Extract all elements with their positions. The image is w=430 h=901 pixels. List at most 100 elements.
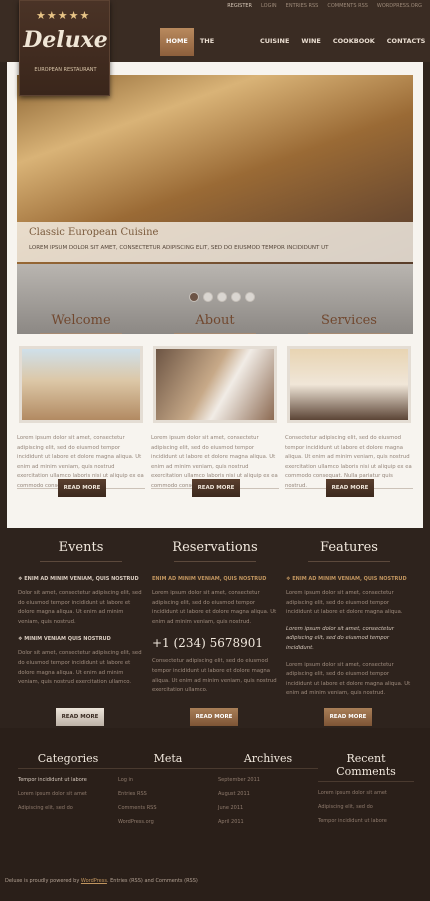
events-item-2-label: Minim veniam quis nostrud [24, 636, 111, 643]
footer-divider [18, 768, 118, 769]
login-link[interactable]: Login [261, 3, 277, 9]
nav-contacts[interactable]: Contacts [381, 28, 430, 56]
footer-divider [318, 781, 414, 782]
copyright-prefix: Deluxe is proudly powered by [5, 878, 80, 884]
logo-subtitle: European Restaurant [34, 67, 97, 73]
events-read-more-button[interactable]: Read More [56, 708, 104, 726]
info-section: Events ❖ Enim ad minim veniam, quis nost… [0, 528, 430, 728]
page: Register Login Entries RSS Comments RSS … [0, 0, 430, 901]
wordpress-footer-link[interactable]: WordPress [81, 878, 107, 884]
flourish-divider [174, 333, 256, 339]
slider-dot-5[interactable] [245, 292, 255, 302]
rating-stars-icon: ★★★★★ [36, 9, 91, 22]
copyright: Deluxe is proudly powered by WordPress. … [5, 878, 198, 884]
events-title: Events [58, 540, 104, 555]
reservations-text-2: Consectetur adipiscing elit, sed do eius… [152, 658, 277, 694]
reservations-text-1: Lorem ipsum dolor sit amet, consectetur … [152, 590, 277, 625]
events-text-1: Dolor sit amet, consectetur adipiscing e… [18, 590, 142, 625]
phone-number: +1 (234) 5678901 [152, 636, 264, 651]
recent-comment-1[interactable]: Lorem ipsum dolor sit amet [318, 790, 414, 796]
top-links: Register Login Entries RSS Comments RSS … [227, 3, 422, 9]
footer-divider [218, 768, 318, 769]
features-text-2: Lorem ipsum dolor sit amet, consectetur … [286, 661, 411, 697]
categories-link-2[interactable]: Lorem ipsum dolor sit amet [18, 791, 118, 797]
recent-comment-2[interactable]: Adipiscing elit, sed do [318, 804, 414, 810]
footer: Categories Tempor incididunt ut labore L… [0, 728, 430, 901]
features-column: Features ❖ Enim ad minim veniam, quis no… [286, 540, 412, 726]
services-column: Services Consectetur adipiscing elit, se… [285, 313, 413, 497]
features-italic-text: Lorem ipsum dolor sit amet, consectetur … [286, 625, 394, 651]
register-link[interactable]: Register [227, 3, 252, 9]
entries-rss-link[interactable]: Entries RSS [286, 3, 319, 9]
meta-link-4[interactable]: WordPress.org [118, 819, 218, 825]
archives-title: Archives [243, 752, 293, 765]
flourish-divider [174, 561, 256, 567]
nav-restaurant[interactable]: The Restaurant [194, 28, 254, 71]
reservations-title: Reservations [172, 540, 258, 555]
main-nav: Home The Restaurant Cuisine Wine List Co… [160, 28, 430, 71]
logo-name: Deluxe [23, 27, 108, 53]
meta-title: Meta [153, 752, 183, 765]
wordpress-link[interactable]: WordPress.org [377, 3, 422, 9]
categories-link-1[interactable]: Tempor incididunt ut labore [18, 777, 118, 783]
flourish-divider [40, 333, 122, 339]
features-title: Features [320, 540, 378, 555]
meta-link-1[interactable]: Log in [118, 777, 218, 783]
flourish-divider [40, 561, 122, 567]
features-item-label: Enim ad minim veniam, quis nostrud [292, 576, 407, 582]
welcome-title: Welcome [51, 313, 111, 328]
categories-link-3[interactable]: Adipiscing elit, sed do [18, 805, 118, 811]
recent-comments-title: Recent Comments [336, 752, 396, 778]
nav-cookbook[interactable]: Cookbook [327, 28, 381, 56]
features-read-more-button[interactable]: Read More [324, 708, 372, 726]
meta-link-3[interactable]: Comments RSS [118, 805, 218, 811]
slider-text: LOREM IPSUM DOLOR SIT AMET, CONSECTETUR … [29, 245, 329, 251]
services-read-more-button[interactable]: Read More [326, 479, 374, 497]
nav-cuisine[interactable]: Cuisine [254, 28, 295, 56]
events-item-1: ❖ Enim ad minim veniam, quis nostrud [18, 576, 139, 582]
copyright-suffix: Entries (RSS) and Comments (RSS) [110, 878, 198, 884]
reservations-read-more-button[interactable]: Read More [190, 708, 238, 726]
events-column: Events ❖ Enim ad minim veniam, quis nost… [18, 540, 144, 726]
footer-categories: Categories Tempor incididunt ut labore L… [18, 752, 118, 811]
footer-recent-comments: Recent Comments Lorem ipsum dolor sit am… [318, 752, 414, 824]
recent-comment-3[interactable]: Tempor incididunt ut labore [318, 818, 414, 824]
slider-dot-2[interactable] [203, 292, 213, 302]
slider-dots [189, 292, 255, 302]
meta-link-2[interactable]: Entries RSS [118, 791, 218, 797]
reservations-item: Enim ad minim veniam, quis nostrud [152, 576, 267, 582]
about-read-more-button[interactable]: Read More [192, 479, 240, 497]
archives-link-1[interactable]: September 2011 [218, 777, 318, 783]
welcome-column: Welcome Lorem ipsum dolor sit amet, cons… [17, 313, 145, 497]
welcome-read-more-button[interactable]: Read More [58, 479, 106, 497]
slider-dot-3[interactable] [217, 292, 227, 302]
features-item: ❖ Enim ad minim veniam, quis nostrud [286, 576, 407, 582]
main-content: Classic European Cuisine LOREM IPSUM DOL… [7, 62, 423, 528]
hero-slider[interactable]: Classic European Cuisine LOREM IPSUM DOL… [17, 75, 413, 334]
slider-title: Classic European Cuisine [29, 227, 159, 238]
archives-link-4[interactable]: April 2011 [218, 819, 318, 825]
flourish-divider [308, 333, 390, 339]
slider-dot-4[interactable] [231, 292, 241, 302]
flourish-divider [308, 561, 390, 567]
archives-link-3[interactable]: June 2011 [218, 805, 318, 811]
services-title: Services [321, 313, 377, 328]
reservations-column: Reservations Enim ad minim veniam, quis … [152, 540, 278, 726]
events-item-2: ❖ Minim veniam quis nostrud [18, 636, 111, 643]
nav-wine-list[interactable]: Wine List [295, 28, 326, 71]
about-image [153, 346, 277, 423]
logo[interactable]: ★★★★★ Deluxe European Restaurant [19, 0, 110, 96]
comments-rss-link[interactable]: Comments RSS [327, 3, 368, 9]
features-text-1: Lorem ipsum dolor sit amet, consectetur … [286, 590, 403, 616]
about-column: About Lorem ipsum dolor sit amet, consec… [151, 313, 279, 497]
services-image [287, 346, 411, 423]
footer-meta: Meta Log in Entries RSS Comments RSS Wor… [118, 752, 218, 825]
events-item-1-label: Enim ad minim veniam, quis nostrud [24, 576, 139, 582]
slider-dot-1[interactable] [189, 292, 199, 302]
categories-title: Categories [37, 752, 99, 765]
archives-link-2[interactable]: August 2011 [218, 791, 318, 797]
footer-divider [118, 768, 218, 769]
welcome-image [19, 346, 143, 423]
events-text-2: Dolor sit amet, consectetur adipiscing e… [18, 650, 142, 686]
nav-home[interactable]: Home [160, 28, 194, 56]
